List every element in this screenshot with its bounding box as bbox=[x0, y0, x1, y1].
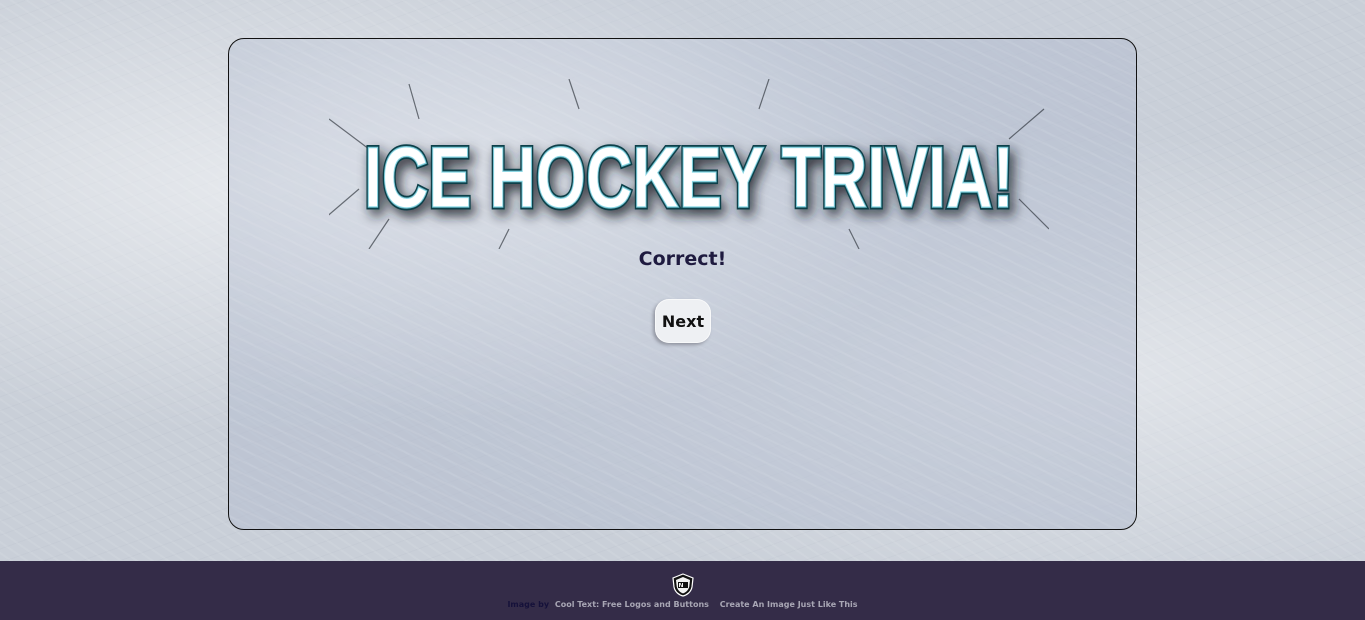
footer-credits: Image by Cool Text: Free Logos and Butto… bbox=[0, 600, 1365, 609]
answer-feedback: Correct! bbox=[638, 248, 727, 270]
trivia-card: ICE HOCKEY TRIVIA! ICE HOCKEY TRIVIA! Co… bbox=[228, 38, 1137, 530]
footer: Image by Cool Text: Free Logos and Butto… bbox=[0, 561, 1365, 620]
create-image-link[interactable]: Create An Image Just Like This bbox=[720, 600, 858, 609]
ice-hockey-trivia-logo: ICE HOCKEY TRIVIA! ICE HOCKEY TRIVIA! bbox=[329, 79, 1049, 249]
logo-text-glow: ICE HOCKEY TRIVIA! bbox=[364, 130, 1014, 226]
nhl-shield-icon bbox=[671, 573, 695, 597]
image-by-label: Image by bbox=[507, 600, 550, 609]
cooltext-link[interactable]: Cool Text: Free Logos and Buttons bbox=[555, 600, 709, 609]
next-button[interactable]: Next bbox=[655, 299, 711, 343]
